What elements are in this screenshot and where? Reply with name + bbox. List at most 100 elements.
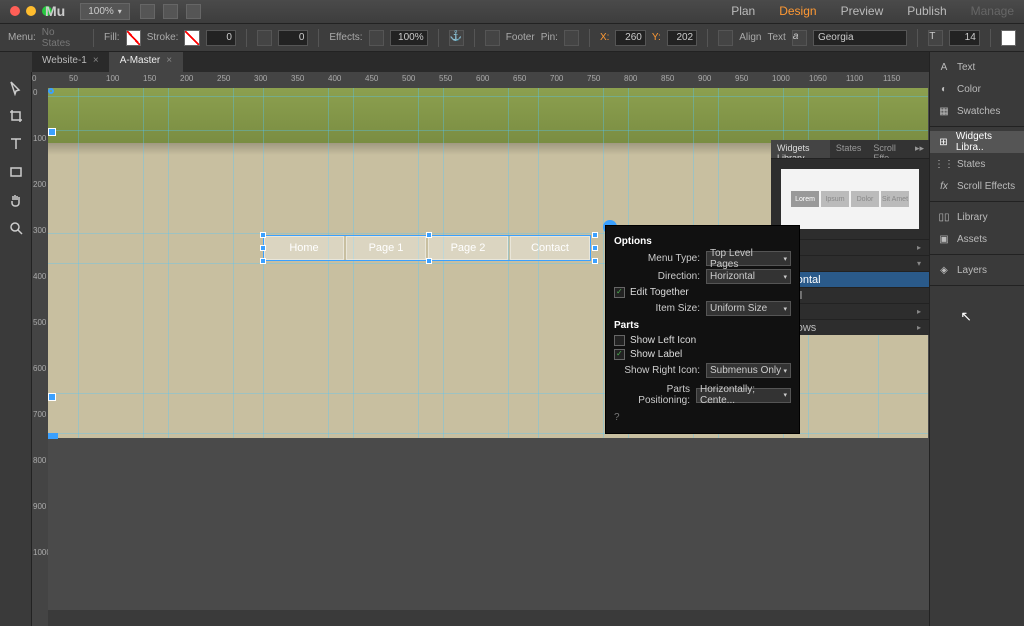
show-label-checkbox[interactable]	[614, 349, 625, 360]
minimize-window-icon[interactable]	[26, 6, 36, 16]
dock-scroll-effects[interactable]: fxScroll Effects	[930, 175, 1024, 197]
guide[interactable]	[603, 88, 604, 438]
align-label[interactable]: Align	[739, 32, 761, 43]
direction-select[interactable]: Horizontal	[706, 269, 791, 284]
selection-handle[interactable]	[260, 258, 266, 264]
stroke-swatch[interactable]	[184, 30, 199, 46]
rectangle-tool[interactable]	[4, 160, 28, 184]
tab-states[interactable]: States	[830, 140, 868, 158]
x-label: X:	[600, 32, 609, 43]
tab-widgets-library[interactable]: Widgets Library	[771, 140, 830, 158]
selection-tool[interactable]	[4, 76, 28, 100]
dock-widgets-library[interactable]: ⊞Widgets Libra..	[930, 131, 1024, 153]
stroke-width[interactable]: 0	[206, 30, 236, 46]
nav-preview[interactable]: Preview	[841, 4, 884, 18]
dock-label: Text	[957, 62, 975, 73]
guide[interactable]	[538, 88, 539, 438]
footer-checkbox[interactable]	[485, 30, 500, 46]
layers-icon: ◈	[937, 263, 951, 277]
text-label[interactable]: Text	[767, 32, 785, 43]
selection-handle[interactable]	[426, 258, 432, 264]
y-value[interactable]: 202	[667, 30, 697, 46]
nav-publish[interactable]: Publish	[907, 4, 946, 18]
page-origin[interactable]	[48, 88, 54, 94]
guide[interactable]	[508, 88, 509, 438]
panel-menu-icon[interactable]: ▸▸	[910, 140, 929, 158]
tool-icon[interactable]	[163, 4, 178, 19]
guide[interactable]	[143, 88, 144, 438]
menu-type-select[interactable]: Top Level Pages	[706, 251, 791, 266]
guide[interactable]	[233, 88, 234, 438]
font-size[interactable]: 14	[949, 30, 979, 46]
page-handle[interactable]	[48, 393, 56, 401]
tab-master[interactable]: A-Master×	[110, 52, 183, 72]
text-tool[interactable]	[4, 132, 28, 156]
guide[interactable]	[168, 88, 169, 438]
dock-states[interactable]: ⋮⋮States	[930, 153, 1024, 175]
guide[interactable]	[48, 96, 928, 97]
menu-item[interactable]: Page 1	[346, 236, 426, 260]
show-right-icon-select[interactable]: Submenus Only	[706, 363, 791, 378]
dock-assets[interactable]: ▣Assets	[930, 228, 1024, 250]
selection-handle[interactable]	[592, 232, 598, 238]
guide[interactable]	[418, 88, 419, 438]
anchor-icon[interactable]: ⚓	[449, 30, 464, 46]
tab-scroll-effects[interactable]: Scroll Effe	[867, 140, 910, 158]
selection-handle[interactable]	[260, 245, 266, 251]
item-size-select[interactable]: Uniform Size	[706, 301, 791, 316]
selection-handle[interactable]	[592, 245, 598, 251]
zoom-select[interactable]: 100%	[80, 3, 130, 20]
help-icon[interactable]: ?	[614, 412, 791, 423]
guide[interactable]	[443, 88, 444, 438]
transform-icon[interactable]	[718, 30, 733, 46]
x-value[interactable]: 260	[615, 30, 645, 46]
dock-library[interactable]: ▯▯Library	[930, 206, 1024, 228]
ruler-tick: 950	[735, 74, 748, 83]
dock-color[interactable]: ◐Color	[930, 78, 1024, 100]
opacity-value[interactable]: 100%	[390, 30, 428, 46]
zoom-tool[interactable]	[4, 216, 28, 240]
close-icon[interactable]: ×	[166, 55, 172, 66]
effects-icon[interactable]	[369, 30, 384, 46]
corners-icon[interactable]	[257, 30, 272, 46]
guide[interactable]	[328, 88, 329, 438]
separator	[990, 29, 991, 47]
close-icon[interactable]: ×	[93, 55, 99, 66]
close-window-icon[interactable]	[10, 6, 20, 16]
font-family-select[interactable]: Georgia	[813, 30, 907, 46]
tool-icon[interactable]	[140, 4, 155, 19]
crop-tool[interactable]	[4, 104, 28, 128]
tool-icon[interactable]	[186, 4, 201, 19]
fill-swatch[interactable]	[126, 30, 141, 46]
pin-grid[interactable]	[564, 30, 579, 46]
page-handle[interactable]	[48, 433, 58, 439]
italic-icon[interactable]: a	[792, 30, 807, 46]
selection-handle[interactable]	[592, 258, 598, 264]
select-value: Horizontal	[710, 271, 755, 282]
dock-swatches[interactable]: ▦Swatches	[930, 100, 1024, 122]
dock-text[interactable]: AText	[930, 56, 1024, 78]
nav-design[interactable]: Design	[779, 4, 816, 18]
parts-positioning-select[interactable]: Horizontally; Cente...	[696, 388, 791, 403]
menu-state[interactable]: No States	[42, 27, 83, 49]
hand-tool[interactable]	[4, 188, 28, 212]
nav-plan[interactable]: Plan	[731, 4, 755, 18]
page-handle[interactable]	[48, 128, 56, 136]
selection-handle[interactable]	[260, 232, 266, 238]
nav-manage[interactable]: Manage	[971, 4, 1014, 18]
tab-website[interactable]: Website-1×	[32, 52, 110, 72]
corners-value[interactable]: 0	[278, 30, 308, 46]
menu-item[interactable]: Home	[264, 236, 344, 260]
selection-handle[interactable]	[426, 232, 432, 238]
menu-item[interactable]: Page 2	[428, 236, 508, 260]
guide[interactable]	[353, 88, 354, 438]
dock-layers[interactable]: ◈Layers	[930, 259, 1024, 281]
guide[interactable]	[48, 130, 928, 131]
text-color-swatch[interactable]	[1001, 30, 1016, 46]
states-icon: ⋮⋮	[937, 157, 951, 171]
show-left-icon-checkbox[interactable]	[614, 335, 625, 346]
chevron-right-icon: ▸	[917, 307, 921, 316]
menu-item[interactable]: Contact	[510, 236, 590, 260]
guide[interactable]	[78, 88, 79, 438]
edit-together-checkbox[interactable]	[614, 287, 625, 298]
